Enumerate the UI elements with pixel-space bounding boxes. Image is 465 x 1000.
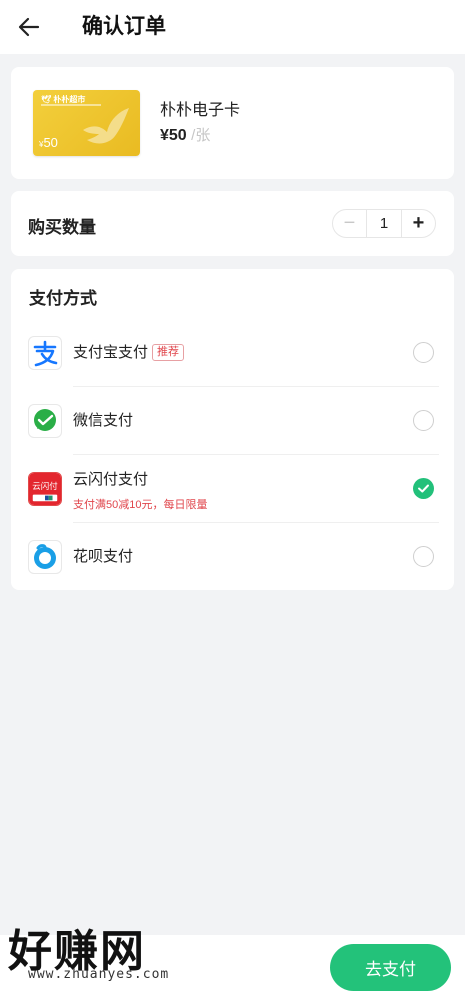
payment-option-alipay[interactable]: 支付宝支付 推荐 (11, 319, 454, 387)
decrease-button[interactable]: − (333, 210, 366, 237)
increase-button[interactable]: + (402, 210, 435, 237)
unionpay-quickpass-icon: 云闪付 (28, 472, 62, 506)
radio-unchecked[interactable] (413, 546, 434, 567)
arrow-left-icon (18, 17, 40, 37)
product-card: 🕊 朴朴超市 ¥50 朴朴电子卡 ¥50 /张 (11, 67, 454, 179)
product-name: 朴朴电子卡 (160, 102, 241, 119)
payment-option-wechat[interactable]: 微信支付 (11, 387, 454, 455)
payment-name: 花呗支付 (73, 548, 134, 565)
payment-name: 支付宝支付 推荐 (73, 343, 185, 363)
gift-card-image: 🕊 朴朴超市 ¥50 (33, 90, 140, 156)
wechat-pay-icon (28, 404, 62, 438)
payment-option-unionpay[interactable]: 云闪付 云闪付支付 支付满50减10元，每日限量 (11, 455, 454, 523)
quantity-label: 购买数量 (28, 218, 96, 237)
gift-card-value: ¥50 (39, 135, 58, 150)
quantity-value[interactable]: 1 (366, 210, 402, 237)
quantity-stepper: − 1 + (332, 209, 436, 238)
back-button[interactable] (14, 12, 44, 42)
promo-text: 支付满50减10元，每日限量 (73, 499, 208, 511)
radio-checked[interactable] (413, 478, 434, 499)
pay-button[interactable]: 去支付 (330, 944, 451, 991)
radio-unchecked[interactable] (413, 342, 434, 363)
payment-name: 微信支付 (73, 412, 134, 429)
header: 确认订单 (0, 0, 465, 54)
product-price: ¥50 (160, 127, 187, 144)
bird-logo-icon (83, 108, 129, 144)
price-row: ¥50 /张 (160, 125, 210, 147)
huabei-icon (28, 540, 62, 574)
alipay-icon (28, 336, 62, 370)
svg-text:云闪付: 云闪付 (32, 481, 58, 491)
payment-title: 支付方式 (29, 289, 97, 308)
check-icon (418, 484, 429, 493)
payment-name: 云闪付支付 (73, 471, 149, 488)
payment-card: 支付方式 支付宝支付 推荐 微信支付 云闪付 云闪付支付 支付满50减10元，每… (11, 269, 454, 590)
radio-unchecked[interactable] (413, 410, 434, 431)
quantity-card: 购买数量 − 1 + (11, 191, 454, 256)
product-unit: /张 (191, 127, 211, 144)
recommend-badge: 推荐 (152, 344, 185, 361)
page-title: 确认订单 (82, 15, 166, 38)
payment-option-huabei[interactable]: 花呗支付 (11, 523, 454, 591)
